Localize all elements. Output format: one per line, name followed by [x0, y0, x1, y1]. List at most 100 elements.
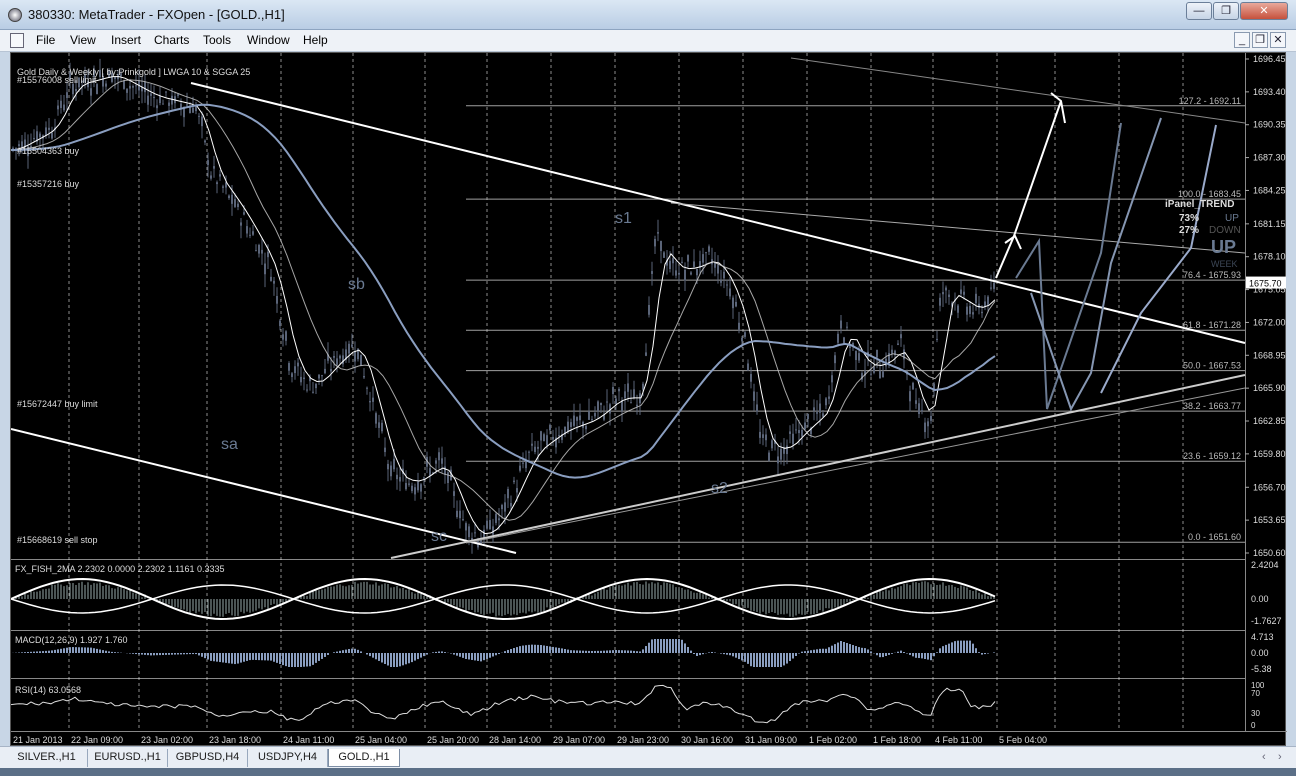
candle-body [612, 387, 614, 395]
tab-usdjpy-h4[interactable]: USDJPY,H4 [248, 749, 328, 767]
chart-tabs: SILVER.,H1 EURUSD.,H1 GBPUSD,H4 USDJPY,H… [0, 746, 1296, 768]
menu-file[interactable]: File [36, 33, 55, 47]
ipanel-down-label: DOWN [1209, 225, 1241, 236]
price-axis-label: 1650.60 [1253, 548, 1286, 558]
candle-body [135, 85, 137, 87]
candle-body [396, 474, 398, 480]
candle-body [360, 354, 362, 366]
candle-body [453, 491, 455, 496]
candle-body [276, 296, 278, 304]
tab-gbpusd-h4[interactable]: GBPUSD,H4 [168, 749, 248, 767]
candle-body [960, 289, 962, 294]
candle-body [930, 415, 932, 421]
title-bar: 380330: MetaTrader - FXOpen - [GOLD.,H1]… [0, 0, 1296, 30]
menu-tools[interactable]: Tools [203, 33, 231, 47]
candlesticks [12, 58, 995, 554]
menu-view[interactable]: View [70, 33, 96, 47]
candle-body [981, 311, 983, 314]
candle-body [189, 107, 191, 114]
candle-body [459, 510, 461, 519]
trend-line-top [790, 57, 1246, 124]
candle-body [333, 355, 335, 358]
candle-body [657, 232, 659, 234]
ma-mid-line [11, 79, 996, 521]
candle-body [123, 80, 125, 89]
candle-body [819, 403, 821, 413]
candle-body [717, 265, 719, 274]
candle-body [969, 305, 971, 314]
candle-body [192, 107, 194, 113]
candle-body [630, 402, 632, 404]
fib-level-label: 0.0 - 1651.60 [1188, 532, 1241, 542]
menu-window[interactable]: Window [247, 33, 290, 47]
chart-doc-icon[interactable] [10, 33, 24, 48]
menu-insert[interactable]: Insert [111, 33, 141, 47]
candle-body [201, 116, 203, 127]
fib-level-label: 23.6 - 1659.12 [1183, 451, 1241, 461]
candle-body [195, 106, 197, 112]
fisher-scale-label: 0.00 [1251, 594, 1269, 604]
candle-body [462, 519, 464, 521]
candle-body [285, 331, 287, 341]
mdi-restore-button[interactable]: ❐ [1252, 32, 1268, 48]
close-button[interactable]: ✕ [1240, 2, 1288, 20]
candle-body [735, 301, 737, 307]
tab-silver-h1[interactable]: SILVER.,H1 [6, 749, 88, 767]
candle-body [216, 182, 218, 185]
candle-body [261, 249, 263, 254]
tab-scroll-left-icon[interactable]: ‹ [1262, 751, 1266, 763]
candle-body [777, 456, 779, 464]
candle-body [90, 88, 92, 96]
candle-body [381, 422, 383, 432]
candle-body [96, 84, 98, 95]
candle-body [177, 94, 179, 96]
candle-body [987, 296, 989, 305]
time-axis-label: 30 Jan 16:00 [681, 735, 733, 745]
candle-body [681, 261, 683, 263]
candle-body [435, 460, 437, 464]
menu-charts[interactable]: Charts [154, 33, 189, 47]
time-axis-label: 31 Jan 09:00 [745, 735, 797, 745]
mdi-minimize-button[interactable]: _ [1234, 32, 1250, 48]
tab-eurusd-h1[interactable]: EURUSD.,H1 [88, 749, 168, 767]
order-label: #15668619 sell stop [17, 535, 98, 545]
trend-lines [11, 57, 1246, 559]
macd-scale-label: 0.00 [1251, 648, 1269, 658]
candle-body [534, 446, 536, 453]
menu-help[interactable]: Help [303, 33, 328, 47]
price-chart[interactable]: 1696.45 1693.40 1690.35 1687.30 1684.25 1681.… [11, 53, 1287, 747]
order-label: #15357216 buy [17, 179, 80, 189]
maximize-button[interactable]: ❐ [1213, 2, 1239, 20]
tab-gold-h1[interactable]: GOLD.,H1 [328, 749, 400, 767]
projection-arrow-up [995, 100, 1062, 279]
mdi-close-button[interactable]: ✕ [1270, 32, 1286, 48]
candle-body [294, 366, 296, 374]
chart-window[interactable]: 1696.45 1693.40 1690.35 1687.30 1684.25 1681.… [10, 52, 1287, 747]
candle-body [228, 195, 230, 199]
candle-body [963, 291, 965, 295]
price-axis-label: 1693.40 [1253, 87, 1286, 97]
rsi-scale-label: 0 [1251, 721, 1256, 730]
candle-body [558, 435, 560, 437]
candle-body [678, 272, 680, 275]
candle-body [378, 422, 380, 428]
candle-body [849, 346, 851, 348]
time-axis-label: 25 Jan 20:00 [427, 735, 479, 745]
tab-scroll-right-icon[interactable]: › [1278, 751, 1282, 763]
wave-annotation: sc [431, 528, 447, 545]
wave-annotation: sb [348, 276, 365, 293]
candle-body [246, 226, 248, 234]
minimize-button[interactable]: — [1186, 2, 1212, 20]
candle-body [876, 349, 878, 358]
candle-body [57, 105, 59, 110]
candle-body [768, 452, 770, 461]
candle-body [825, 398, 827, 406]
candle-body [543, 434, 545, 442]
candle-body [792, 433, 794, 445]
candle-body [291, 373, 293, 377]
candle-body [492, 526, 494, 535]
candle-body [942, 292, 944, 295]
time-axis-label: 23 Jan 18:00 [209, 735, 261, 745]
candle-body [669, 260, 671, 269]
projection-path-2 [1030, 117, 1162, 412]
